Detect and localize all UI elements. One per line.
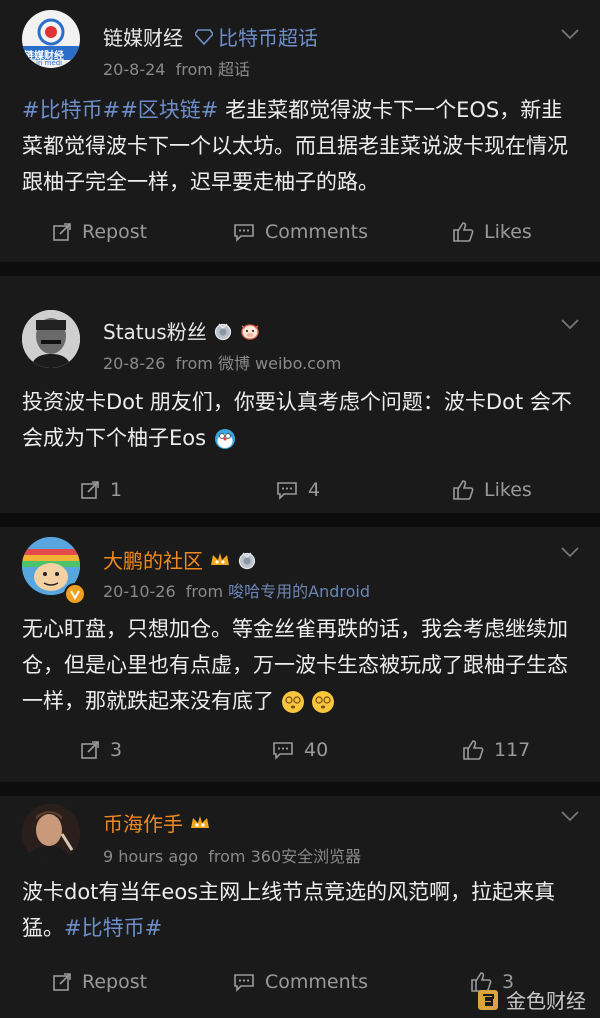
vip-crown-icon — [211, 552, 229, 565]
from-label: from — [208, 847, 246, 866]
post-meta: 20-8-26 from 微博 weibo.com — [103, 350, 341, 374]
topic-label: 比特币超话 — [218, 26, 318, 50]
post-1: 链媒财经 in medi 链媒财经 比特币超话 20-8-24 from 超话 … — [0, 0, 600, 262]
watermark: 金色财经 — [476, 985, 586, 1014]
post-body: 投资波卡Dot 朋友们，你要认真考虑个问题：波卡Dot 会不会成为下个柚子Eos — [22, 384, 582, 456]
from-label: from — [175, 354, 213, 373]
repost-count: 1 — [110, 479, 123, 501]
author-name[interactable]: 大鹏的社区 — [103, 545, 203, 574]
chevron-down-icon[interactable] — [560, 810, 580, 822]
comment-icon — [273, 742, 293, 760]
avatar[interactable]: 链媒财经 in medi — [22, 10, 80, 68]
repost-button[interactable]: 3 — [80, 735, 122, 765]
cow-badge-icon — [241, 323, 259, 340]
post-source[interactable]: 唆哈专用的Android — [228, 582, 370, 601]
verified-badge-icon — [64, 583, 86, 605]
post-separator — [0, 782, 600, 796]
likes-label: Likes — [484, 221, 532, 243]
post-meta: 9 hours ago from 360安全浏览器 — [103, 843, 361, 867]
comments-button[interactable]: 4 — [276, 475, 320, 505]
post-date: 20-8-26 — [103, 354, 166, 373]
emoji-dizzy-icon — [312, 691, 335, 713]
comment-icon — [234, 224, 254, 242]
post-body: #比特币##区块链# 老韭菜都觉得波卡下一个EOS，新韭菜都觉得波卡下一个以太坊… — [22, 92, 582, 200]
post-date: 9 hours ago — [103, 847, 199, 866]
comment-icon — [277, 482, 297, 500]
post-text: 投资波卡Dot 朋友们，你要认真考虑个问题：波卡Dot 会不会成为下个柚子Eos — [22, 390, 572, 450]
likes-button[interactable]: Likes — [452, 217, 532, 247]
comments-label: Comments — [265, 221, 368, 243]
comments-button[interactable]: Comments — [233, 967, 368, 997]
vip-crown-icon — [191, 815, 209, 828]
thumbs-up-icon — [463, 740, 484, 760]
hashtag[interactable]: #比特币# — [22, 98, 120, 122]
thumbs-up-icon — [453, 480, 474, 500]
watermark-text: 金色财经 — [506, 989, 586, 1013]
comments-label: Comments — [265, 971, 368, 993]
avatar-sublabel: in medi — [36, 59, 63, 67]
post-meta: 20-10-26 from 唆哈专用的Android — [103, 578, 370, 602]
chevron-down-icon[interactable] — [560, 546, 580, 558]
jinse-logo-icon — [478, 989, 498, 1010]
hashtag[interactable]: #比特币# — [64, 916, 162, 940]
repost-button[interactable]: Repost — [52, 217, 147, 247]
post-source[interactable]: 超话 — [218, 60, 250, 79]
medal-badge-icon — [238, 552, 256, 569]
post-body: 无心盯盘，只想加仓。等金丝雀再跌的话，我会考虑继续加仓，但是心里也有点虚，万一波… — [22, 611, 582, 719]
from-label: from — [185, 582, 224, 601]
likes-button[interactable]: 117 — [462, 735, 530, 765]
avatar-portrait-icon — [22, 804, 80, 862]
post-separator — [0, 513, 600, 527]
repost-icon — [81, 741, 99, 759]
author-name-row: 大鹏的社区 — [103, 545, 257, 574]
post-2: Status粉丝 20-8-26 from 微博 weibo.com 投资波卡D… — [0, 276, 600, 513]
post-date: 20-10-26 — [103, 582, 176, 601]
repost-label: Repost — [82, 221, 148, 243]
author-name-row: 币海作手 — [103, 808, 211, 837]
post-body: 波卡dot有当年eos主网上线节点竞选的风范啊，拉起来真猛。#比特币# — [22, 874, 582, 946]
likes-button[interactable]: Likes — [452, 475, 532, 505]
avatar[interactable] — [22, 804, 80, 862]
comments-button[interactable]: 40 — [272, 735, 328, 765]
repost-count: 3 — [110, 739, 123, 761]
repost-icon — [81, 481, 99, 499]
post-meta: 20-8-24 from 超话 — [103, 56, 250, 80]
chevron-down-icon[interactable] — [560, 318, 580, 330]
topic-link[interactable]: 比特币超话 — [195, 22, 318, 51]
post-date: 20-8-24 — [103, 60, 166, 79]
comments-button[interactable]: Comments — [233, 217, 368, 247]
repost-button[interactable]: 1 — [80, 475, 122, 505]
post-source[interactable]: 360安全浏览器 — [251, 847, 362, 866]
emoji-doraemon-icon — [214, 429, 235, 449]
repost-icon — [53, 973, 71, 991]
from-label: from — [175, 60, 213, 79]
thumbs-up-icon — [453, 222, 474, 242]
repost-button[interactable]: Repost — [52, 967, 147, 997]
comments-count: 40 — [304, 739, 329, 761]
post-separator — [0, 262, 600, 276]
diamond-icon — [195, 28, 213, 45]
hashtag[interactable]: #区块链# — [120, 98, 218, 122]
author-name[interactable]: Status粉丝 — [103, 316, 207, 345]
medal-badge-icon — [214, 323, 231, 340]
action-bar: Repost Comments Likes — [0, 217, 600, 247]
author-name[interactable]: 币海作手 — [103, 808, 183, 837]
author-name-row: Status粉丝 — [103, 316, 261, 345]
comments-count: 4 — [308, 479, 321, 501]
emoji-dizzy-icon — [281, 691, 304, 713]
chevron-down-icon[interactable] — [560, 28, 580, 40]
repost-icon — [53, 223, 71, 241]
action-bar: 3 40 117 — [0, 735, 600, 765]
author-name[interactable]: 链媒财经 — [103, 22, 183, 51]
repost-label: Repost — [82, 971, 148, 993]
avatar-portrait-icon — [22, 310, 80, 368]
avatar[interactable] — [22, 310, 80, 368]
likes-count: 117 — [494, 739, 531, 761]
likes-label: Likes — [484, 479, 532, 501]
post-source[interactable]: 微博 weibo.com — [218, 354, 341, 373]
post-3: 大鹏的社区 20-10-26 from 唆哈专用的Android 无心盯盘，只想… — [0, 527, 600, 782]
comment-icon — [234, 974, 254, 992]
action-bar: 1 4 Likes — [0, 475, 600, 505]
